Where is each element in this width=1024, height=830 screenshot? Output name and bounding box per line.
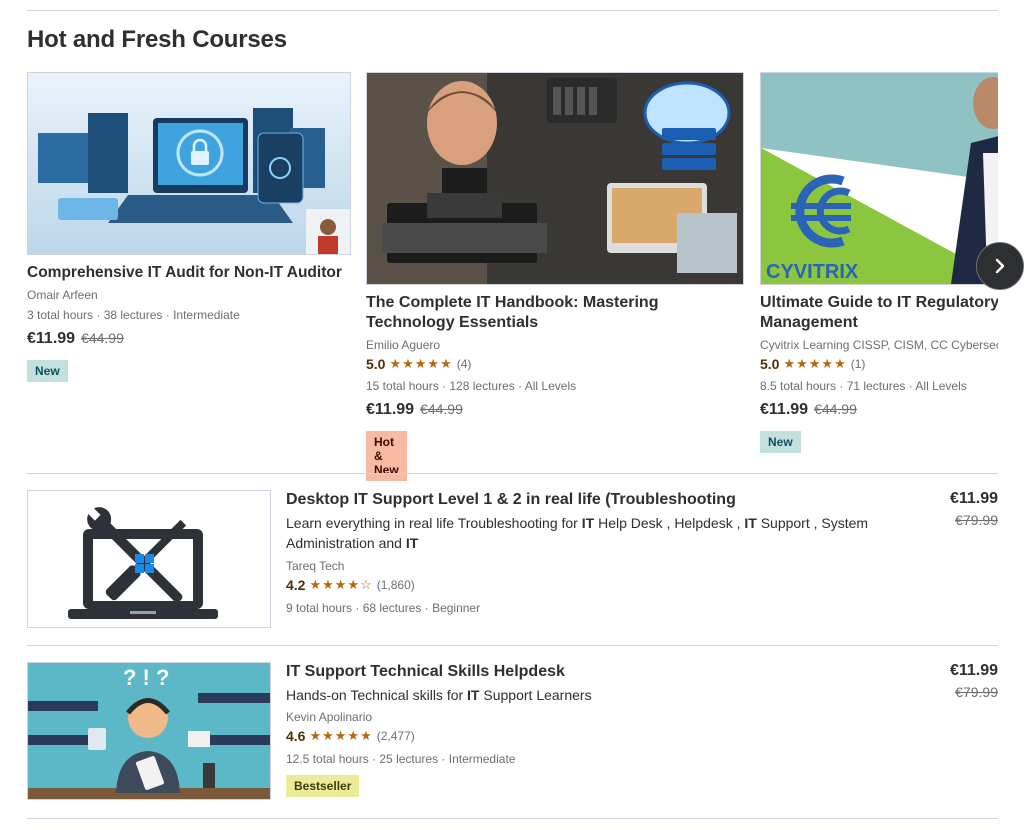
course-meta: 8.5 total hours · 71 lectures · All Leve… xyxy=(760,379,967,393)
subtitle-text: Help Desk , Helpdesk , xyxy=(594,515,745,531)
course-title-line2[interactable]: Technology Essentials xyxy=(366,313,538,333)
current-price: €11.99 xyxy=(366,401,415,418)
badge-bestseller: Bestseller xyxy=(286,775,360,797)
star-rating-icon: ★★★★★ xyxy=(309,728,373,743)
current-price: €11.99 xyxy=(760,401,809,418)
badge-new: New xyxy=(760,431,801,453)
course-price: €11.99 €44.99 xyxy=(366,401,463,419)
cyvitrix-logo-text: CYVITRIX xyxy=(766,261,859,283)
course-instructor: Omair Arfeen xyxy=(27,288,98,302)
course-thumbnail[interactable]: ? ! ? xyxy=(27,662,271,800)
rating-count: (1,860) xyxy=(376,578,415,592)
rating-value: 4.2 xyxy=(286,577,306,593)
chevron-right-icon xyxy=(995,258,1005,274)
section-divider xyxy=(27,473,998,474)
course-rating: 5.0 ★★★★★ (1) xyxy=(760,356,865,372)
carousel-next-button[interactable] xyxy=(976,242,1024,290)
course-title-line1[interactable]: Ultimate Guide to IT Regulatory xyxy=(760,293,999,313)
question-marks-text: ? ! ? xyxy=(123,665,169,690)
course-thumbnail[interactable] xyxy=(27,72,351,255)
course-thumbnail[interactable] xyxy=(27,490,271,628)
course-rating: 4.2 ★★★★☆ (1,860) xyxy=(286,577,415,593)
course-title-line1[interactable]: The Complete IT Handbook: Mastering xyxy=(366,293,658,313)
course-title-line2[interactable]: Management xyxy=(760,313,858,333)
subtitle-text: Support Learners xyxy=(479,687,592,703)
subtitle-highlight: IT xyxy=(581,515,595,531)
current-price: €11.99 xyxy=(949,490,998,507)
original-price: €79.99 xyxy=(955,512,998,528)
course-price: €11.99 €79.99 xyxy=(950,490,998,528)
course-rating: 5.0 ★★★★★ (4) xyxy=(366,356,471,372)
top-divider xyxy=(27,10,998,11)
rating-value: 5.0 xyxy=(366,356,386,372)
course-instructor: Tareq Tech xyxy=(286,559,345,573)
rating-count: (2,477) xyxy=(376,729,415,743)
course-meta: 9 total hours · 68 lectures · Beginner xyxy=(286,601,481,615)
original-price: €44.99 xyxy=(814,401,857,417)
star-rating-icon: ★★★★★ xyxy=(389,356,453,371)
subtitle-highlight: IT xyxy=(467,687,480,703)
course-subtitle: Hands-on Technical skills for IT Support… xyxy=(286,685,886,705)
course-title[interactable]: Comprehensive IT Audit for Non-IT Audito… xyxy=(27,263,342,283)
rating-count: (1) xyxy=(850,357,866,371)
bottom-divider xyxy=(27,818,998,819)
star-rating-icon: ★★★★★ xyxy=(783,356,847,371)
course-subtitle: Learn everything in real life Troublesho… xyxy=(286,513,886,553)
rating-value: 5.0 xyxy=(760,356,780,372)
row-divider xyxy=(27,645,998,646)
section-title: Hot and Fresh Courses xyxy=(27,26,287,53)
star-rating-icon: ★★★★☆ xyxy=(309,577,373,592)
course-price: €11.99 €44.99 xyxy=(27,330,124,348)
rating-count: (4) xyxy=(456,357,472,371)
course-title[interactable]: IT Support Technical Skills Helpdesk xyxy=(286,663,565,681)
subtitle-highlight: IT xyxy=(405,535,419,551)
subtitle-highlight: IT xyxy=(744,515,757,531)
original-price: €44.99 xyxy=(81,330,124,346)
course-price: €11.99 €44.99 xyxy=(760,401,857,419)
subtitle-text: Learn everything in real life Troublesho… xyxy=(286,515,582,531)
rating-value: 4.6 xyxy=(286,728,306,744)
current-price: €11.99 xyxy=(27,330,76,347)
course-title[interactable]: Desktop IT Support Level 1 & 2 in real l… xyxy=(286,491,736,509)
course-meta: 3 total hours · 38 lectures · Intermedia… xyxy=(27,308,240,322)
current-price: €11.99 xyxy=(949,662,998,679)
original-price: €44.99 xyxy=(420,401,463,417)
course-instructor: Cyvitrix Learning CISSP, CISM, CC Cybers… xyxy=(760,338,1002,352)
course-price: €11.99 €79.99 xyxy=(950,662,998,700)
course-thumbnail[interactable]: CYVITRIX xyxy=(760,72,1012,285)
course-instructor: Emilio Aguero xyxy=(366,338,441,352)
course-instructor: Kevin Apolinario xyxy=(286,710,373,724)
original-price: €79.99 xyxy=(955,684,998,700)
subtitle-text: Hands-on Technical skills for xyxy=(286,687,468,703)
course-rating: 4.6 ★★★★★ (2,477) xyxy=(286,728,415,744)
course-meta: 15 total hours · 128 lectures · All Leve… xyxy=(366,379,577,393)
course-thumbnail[interactable] xyxy=(366,72,744,285)
badge-new: New xyxy=(27,360,68,382)
course-meta: 12.5 total hours · 25 lectures · Interme… xyxy=(286,752,516,766)
